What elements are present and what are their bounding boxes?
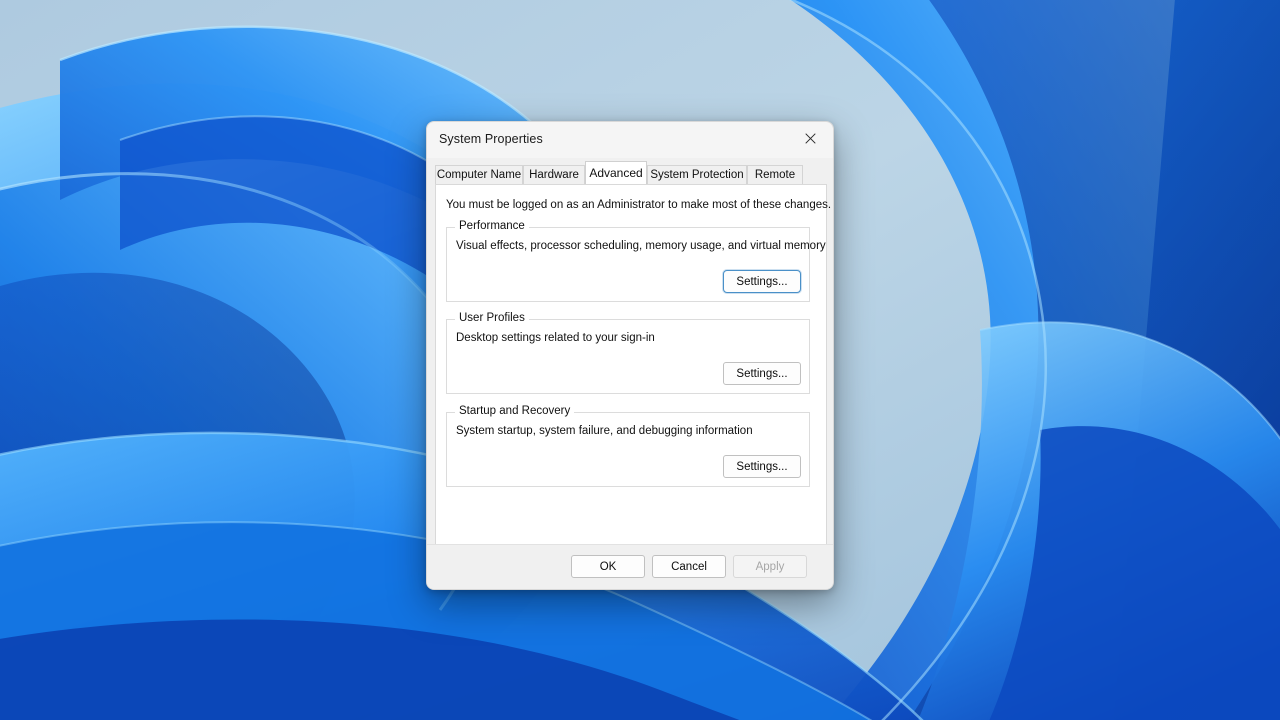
performance-group-label: Performance	[455, 220, 529, 232]
dialog-titlebar[interactable]: System Properties	[427, 122, 833, 158]
user-profiles-settings-button[interactable]: Settings...	[723, 362, 801, 385]
tab-label: Hardware	[529, 169, 579, 181]
button-label: Cancel	[671, 560, 707, 573]
close-button[interactable]	[787, 122, 833, 155]
tab-label: Remote	[754, 169, 796, 181]
dialog-title: System Properties	[439, 132, 543, 146]
user-profiles-description: Desktop settings related to your sign-in	[456, 332, 655, 344]
startup-recovery-settings-button[interactable]: Settings...	[723, 455, 801, 478]
tab-hardware[interactable]: Hardware	[523, 165, 585, 184]
ok-button[interactable]: OK	[571, 555, 645, 578]
button-label: Settings...	[736, 275, 788, 288]
tab-label: System Protection	[650, 169, 744, 181]
user-profiles-group-label: User Profiles	[455, 312, 529, 324]
tab-advanced[interactable]: Advanced	[585, 161, 647, 184]
tab-remote[interactable]: Remote	[747, 165, 803, 184]
desktop: System Properties Computer Name Hardware…	[0, 0, 1280, 720]
tab-label: Advanced	[589, 166, 643, 180]
startup-recovery-group: Startup and Recovery System startup, sys…	[446, 405, 810, 487]
system-properties-dialog: System Properties Computer Name Hardware…	[426, 121, 834, 590]
apply-button[interactable]: Apply	[733, 555, 807, 578]
performance-group: Performance Visual effects, processor sc…	[446, 220, 826, 302]
button-label: Apply	[755, 560, 785, 573]
tab-strip: Computer Name Hardware Advanced System P…	[435, 161, 827, 184]
tab-computer-name[interactable]: Computer Name	[435, 165, 523, 184]
startup-recovery-description: System startup, system failure, and debu…	[456, 425, 753, 437]
user-profiles-group: User Profiles Desktop settings related t…	[446, 312, 810, 394]
button-label: Settings...	[736, 460, 788, 473]
button-label: OK	[599, 560, 617, 573]
startup-recovery-group-label: Startup and Recovery	[455, 405, 575, 417]
tab-label: Computer Name	[436, 169, 522, 181]
close-icon	[804, 133, 816, 144]
performance-description: Visual effects, processor scheduling, me…	[456, 240, 826, 252]
advanced-tab-panel: You must be logged on as an Administrato…	[435, 184, 831, 589]
dialog-footer: OK Cancel Apply	[427, 544, 833, 589]
performance-settings-button[interactable]: Settings...	[723, 270, 801, 293]
cancel-button[interactable]: Cancel	[652, 555, 726, 578]
button-label: Settings...	[736, 367, 788, 380]
tab-system-protection[interactable]: System Protection	[647, 165, 747, 184]
administrator-note: You must be logged on as an Administrato…	[446, 199, 832, 211]
